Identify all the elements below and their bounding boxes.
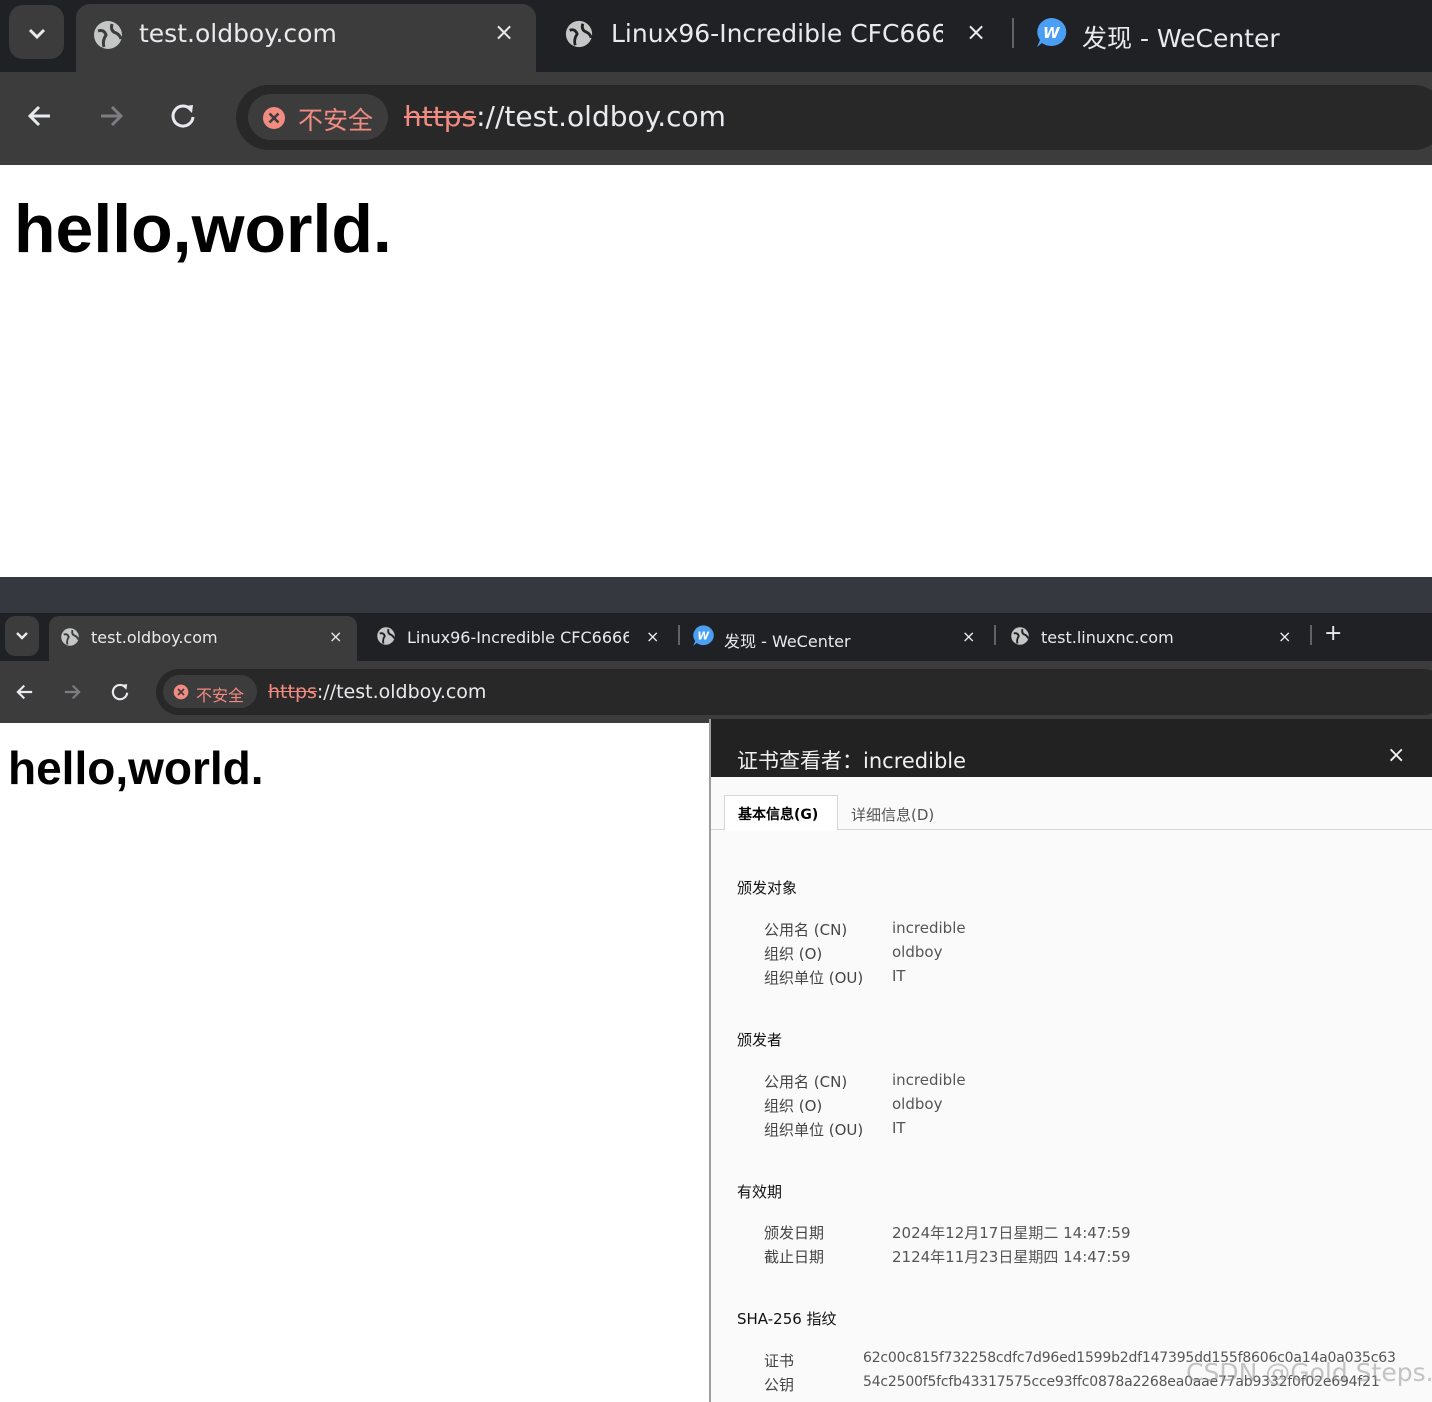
tab-title: 发现 - WeCenter bbox=[1082, 24, 1280, 53]
new-tab-button[interactable]: + bbox=[1324, 621, 1342, 646]
certificate-viewer-dialog: 证书查看者：incredible × 基本信息(G) 详细信息(D) 颁发对象 … bbox=[709, 719, 1432, 1402]
tab-separator bbox=[1310, 625, 1312, 645]
svg-text:W: W bbox=[697, 631, 710, 643]
section-heading-issued-to: 颁发对象 bbox=[737, 879, 798, 897]
tab-details[interactable]: 详细信息(D) bbox=[851, 804, 934, 825]
tab[interactable]: test.linuxnc.com × bbox=[1004, 616, 1304, 658]
dialog-tabs: 基本信息(G) 详细信息(D) bbox=[711, 777, 1432, 831]
tab-strip: test.oldboy.com × Linux96-Incredible CFC… bbox=[0, 0, 1432, 76]
browser-window-large: test.oldboy.com × Linux96-Incredible CFC… bbox=[0, 0, 1432, 577]
tab-close-button[interactable]: × bbox=[646, 627, 659, 646]
url-text[interactable]: https://test.oldboy.com bbox=[404, 100, 726, 133]
dialog-title: 证书查看者：incredible bbox=[737, 749, 967, 773]
security-chip[interactable]: 不安全 bbox=[163, 675, 257, 708]
watermark: CSDN @Gold Steps. bbox=[1186, 1358, 1432, 1387]
page-heading: hello,world. bbox=[14, 191, 392, 267]
url-scheme: https bbox=[404, 100, 477, 133]
reload-icon[interactable] bbox=[169, 102, 197, 130]
tab-close-button[interactable]: × bbox=[329, 627, 342, 646]
field-value: oldboy bbox=[892, 1095, 943, 1113]
page-heading: hello,world. bbox=[8, 742, 264, 794]
address-bar[interactable]: 不安全 https://test.oldboy.com bbox=[236, 85, 1432, 150]
globe-icon bbox=[565, 20, 593, 48]
tab-separator bbox=[994, 625, 996, 645]
tab-close-button[interactable]: × bbox=[1278, 627, 1291, 646]
tab-title: test.oldboy.com bbox=[91, 628, 218, 647]
tab-separator bbox=[678, 625, 680, 645]
chevron-down-icon bbox=[16, 632, 28, 640]
field-value: 2124年11月23日星期四 14:47:59 bbox=[892, 1248, 1131, 1266]
back-arrow-icon[interactable] bbox=[15, 682, 35, 702]
tab-close-button[interactable]: × bbox=[962, 627, 975, 646]
url-rest: ://test.oldboy.com bbox=[316, 681, 487, 703]
security-chip-label: 不安全 bbox=[196, 686, 245, 705]
field-label: 截止日期 bbox=[764, 1248, 825, 1266]
field-label: 组织 (O) bbox=[764, 1097, 823, 1115]
field-value: incredible bbox=[892, 919, 966, 937]
tab[interactable]: Linux96-Incredible CFC66666 × bbox=[370, 616, 670, 658]
tab-title: Linux96-Incredible CFC66666 bbox=[407, 628, 629, 647]
toolbar: 不安全 https://test.oldboy.com bbox=[0, 661, 1432, 723]
wecenter-icon: W bbox=[693, 625, 714, 646]
field-label: 组织单位 (OU) bbox=[764, 1121, 864, 1139]
dialog-title-bar: 证书查看者：incredible × bbox=[711, 719, 1432, 777]
tab-separator bbox=[1012, 18, 1014, 48]
field-value: incredible bbox=[892, 1071, 966, 1089]
tab-general-label: 基本信息(G) bbox=[738, 807, 819, 823]
svg-text:W: W bbox=[1043, 24, 1061, 42]
tab-search-button[interactable] bbox=[9, 5, 64, 59]
field-label: 公用名 (CN) bbox=[764, 921, 848, 939]
tab-active[interactable]: test.oldboy.com × bbox=[49, 616, 357, 664]
screenshot-divider bbox=[0, 577, 1432, 613]
field-label: 公用名 (CN) bbox=[764, 1073, 848, 1091]
tab[interactable]: W 发现 - WeCenter × bbox=[688, 616, 988, 658]
tab-search-button[interactable] bbox=[5, 616, 39, 656]
tab-close-button[interactable]: × bbox=[494, 18, 514, 46]
url-scheme: https bbox=[268, 681, 317, 703]
url-rest: ://test.oldboy.com bbox=[476, 100, 726, 133]
globe-icon bbox=[1011, 627, 1030, 645]
field-value: IT bbox=[892, 1119, 906, 1137]
field-value: 2024年12月17日星期二 14:47:59 bbox=[892, 1224, 1131, 1242]
globe-icon bbox=[377, 627, 396, 645]
back-arrow-icon[interactable] bbox=[26, 102, 54, 130]
wecenter-icon: W bbox=[1037, 17, 1067, 47]
tab-general[interactable]: 基本信息(G) bbox=[724, 795, 838, 831]
tab[interactable]: W 发现 - WeCenter bbox=[1030, 4, 1430, 64]
tab-title: test.oldboy.com bbox=[139, 19, 337, 48]
field-label: 组织单位 (OU) bbox=[764, 969, 864, 987]
field-label: 组织 (O) bbox=[764, 945, 823, 963]
url-text[interactable]: https://test.oldboy.com bbox=[268, 681, 486, 703]
tab-strip: test.oldboy.com × Linux96-Incredible CFC… bbox=[0, 613, 1432, 664]
close-icon[interactable]: × bbox=[1387, 743, 1405, 768]
browser-window-small: test.oldboy.com × Linux96-Incredible CFC… bbox=[0, 613, 1432, 1402]
forward-arrow-icon[interactable] bbox=[97, 102, 125, 130]
field-label: 公钥 bbox=[764, 1376, 795, 1394]
security-chip[interactable]: 不安全 bbox=[248, 94, 388, 140]
tab-close-button[interactable]: × bbox=[966, 18, 986, 46]
field-label: 证书 bbox=[764, 1352, 795, 1370]
field-value: oldboy bbox=[892, 943, 943, 961]
address-bar[interactable]: 不安全 https://test.oldboy.com bbox=[156, 669, 1432, 715]
globe-icon bbox=[94, 21, 123, 49]
forward-arrow-icon[interactable] bbox=[62, 682, 82, 702]
toolbar: 不安全 https://test.oldboy.com bbox=[0, 72, 1432, 165]
section-heading-fingerprints: SHA-256 指纹 bbox=[737, 1310, 837, 1328]
section-heading-validity: 有效期 bbox=[737, 1183, 783, 1201]
field-value: IT bbox=[892, 967, 906, 985]
tab[interactable]: Linux96-Incredible CFC66666 × bbox=[556, 4, 996, 64]
tab-active[interactable]: test.oldboy.com × bbox=[76, 4, 536, 76]
reload-icon[interactable] bbox=[110, 682, 130, 702]
not-secure-icon bbox=[263, 107, 285, 129]
section-heading-issued-by: 颁发者 bbox=[737, 1031, 783, 1049]
tab-title: Linux96-Incredible CFC66666 bbox=[611, 19, 943, 48]
globe-icon bbox=[61, 628, 80, 646]
tab-title: test.linuxnc.com bbox=[1041, 628, 1174, 647]
not-secure-icon bbox=[173, 684, 189, 700]
page-content: hello,world. bbox=[0, 725, 709, 1402]
tab-title: 发现 - WeCenter bbox=[724, 632, 851, 651]
security-chip-label: 不安全 bbox=[298, 106, 374, 135]
chevron-down-icon bbox=[28, 28, 46, 40]
field-label: 颁发日期 bbox=[764, 1224, 825, 1242]
